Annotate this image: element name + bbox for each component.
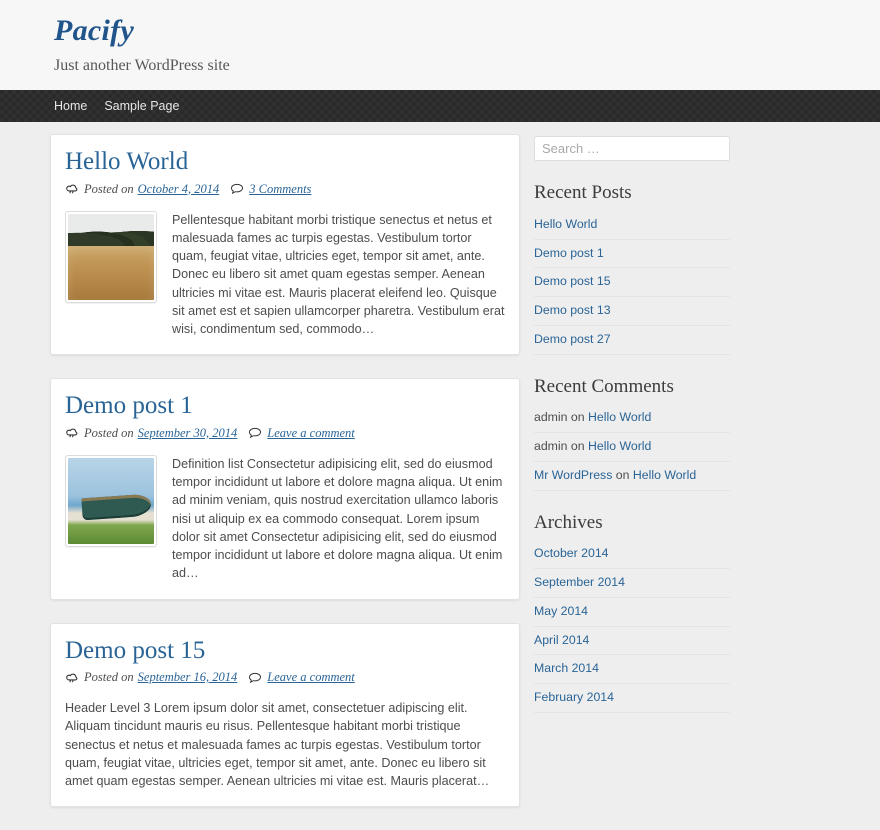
recent-posts-widget: Recent Posts Hello World Demo post 1 Dem…	[534, 182, 730, 355]
archive-link[interactable]: May 2014	[534, 604, 588, 618]
recent-posts-list: Hello World Demo post 1 Demo post 15 Dem…	[534, 215, 730, 355]
cloud-icon	[65, 183, 79, 195]
post-excerpt: Pellentesque habitant morbi tristique se…	[172, 212, 505, 337]
list-item: Hello World	[534, 215, 730, 240]
post-body: Pellentesque habitant morbi tristique se…	[65, 210, 505, 339]
post-date-link[interactable]: September 30, 2014	[138, 426, 238, 441]
comment-on-label: on	[570, 439, 585, 454]
archive-link[interactable]: March 2014	[534, 661, 599, 675]
post-body: Header Level 3 Lorem ipsum dolor sit ame…	[65, 699, 505, 790]
archive-link[interactable]: September 2014	[534, 575, 625, 589]
list-item: admin on Hello World	[534, 408, 730, 434]
posted-on-label: Posted on	[84, 670, 134, 685]
archive-link[interactable]: February 2014	[534, 690, 614, 704]
comment-author: admin	[534, 439, 568, 454]
post-card: Demo post 15 Posted on September 16, 201…	[50, 622, 520, 808]
thumbnail-art-trees	[68, 223, 154, 247]
thumbnail-art	[68, 213, 154, 300]
post-title[interactable]: Demo post 1	[65, 391, 505, 421]
archives-list: October 2014 September 2014 May 2014 Apr…	[534, 544, 730, 713]
thumbnail-image-grass-field	[68, 213, 154, 300]
list-item: February 2014	[534, 684, 730, 713]
post-comments-link[interactable]: Leave a comment	[267, 670, 354, 685]
search-widget	[534, 136, 730, 162]
list-item: May 2014	[534, 598, 730, 627]
comment-bubble-icon	[248, 672, 262, 684]
recent-post-link[interactable]: Demo post 27	[534, 332, 611, 346]
list-item: admin on Hello World	[534, 433, 730, 462]
comment-on-label: on	[615, 467, 630, 482]
comment-post-link[interactable]: Hello World	[588, 439, 651, 453]
comment-author: admin	[534, 410, 568, 425]
post-meta: Posted on September 30, 2014 Leave a com…	[65, 426, 505, 441]
post-excerpt: Header Level 3 Lorem ipsum dolor sit ame…	[65, 701, 490, 789]
comment-on-label: on	[570, 410, 585, 425]
widget-title-archives: Archives	[534, 511, 603, 533]
post-card: Hello World Posted on October 4, 2014 3 …	[50, 134, 520, 356]
post-thumbnail[interactable]	[65, 210, 157, 303]
archive-link[interactable]: April 2014	[534, 633, 589, 647]
comment-post-link[interactable]: Hello World	[588, 410, 651, 424]
list-item: Mr WordPress on Hello World	[534, 462, 730, 491]
post-meta: Posted on September 16, 2014 Leave a com…	[65, 670, 505, 685]
comment-author-link[interactable]: Mr WordPress	[534, 468, 612, 482]
main-content: Hello World Posted on October 4, 2014 3 …	[50, 134, 520, 830]
widget-title-recent-posts: Recent Posts	[534, 182, 632, 204]
post-body: Definition list Consectetur adipisicing …	[65, 454, 505, 583]
recent-post-link[interactable]: Hello World	[534, 217, 597, 231]
comment-bubble-icon	[230, 183, 244, 195]
recent-comments-list: admin on Hello World admin on Hello Worl…	[534, 408, 730, 491]
list-item: Demo post 1	[534, 240, 730, 269]
list-item: Demo post 15	[534, 268, 730, 298]
recent-post-link[interactable]: Demo post 13	[534, 303, 611, 317]
site-header: Pacify Just another WordPress site	[0, 0, 880, 91]
post-meta: Posted on October 4, 2014 3 Comments	[65, 182, 505, 197]
thumbnail-art	[68, 457, 154, 544]
primary-navigation: Home Sample Page	[0, 90, 880, 123]
page-wrapper: Hello World Posted on October 4, 2014 3 …	[50, 122, 830, 830]
archives-widget: Archives October 2014 September 2014 May…	[534, 512, 730, 713]
cloud-icon	[65, 427, 79, 439]
recent-post-link[interactable]: Demo post 1	[534, 246, 604, 260]
post-thumbnail[interactable]	[65, 454, 157, 547]
thumbnail-art-boat-hull	[81, 493, 152, 521]
post-comments-link[interactable]: 3 Comments	[249, 182, 311, 197]
list-item: September 2014	[534, 569, 730, 598]
post-date-link[interactable]: September 16, 2014	[138, 670, 238, 685]
nav-item-sample-page[interactable]: Sample Page	[104, 99, 188, 113]
recent-comments-widget: Recent Comments admin on Hello World adm…	[534, 376, 730, 491]
nav-inner: Home Sample Page	[50, 99, 830, 113]
header-inner: Pacify Just another WordPress site	[50, 14, 830, 74]
thumbnail-art-grass	[68, 246, 154, 300]
post-card: Demo post 1 Posted on September 30, 2014…	[50, 378, 520, 600]
post-title[interactable]: Demo post 15	[65, 636, 505, 666]
posted-on-label: Posted on	[84, 181, 134, 196]
recent-post-link[interactable]: Demo post 15	[534, 274, 611, 288]
post-date-link[interactable]: October 4, 2014	[138, 182, 220, 197]
list-item: October 2014	[534, 544, 730, 570]
site-title[interactable]: Pacify	[54, 14, 830, 49]
post-comments-link[interactable]: Leave a comment	[267, 426, 354, 441]
cloud-icon	[65, 672, 79, 684]
search-input[interactable]	[534, 136, 730, 162]
post-excerpt: Definition list Consectetur adipisicing …	[172, 456, 503, 581]
widget-title-recent-comments: Recent Comments	[534, 375, 674, 397]
comment-bubble-icon	[248, 427, 262, 439]
post-title[interactable]: Hello World	[65, 147, 505, 177]
site-tagline: Just another WordPress site	[54, 56, 230, 74]
list-item: Demo post 13	[534, 297, 730, 326]
thumbnail-image-boat-beach	[68, 457, 154, 544]
comment-post-link[interactable]: Hello World	[633, 468, 696, 482]
sidebar: Recent Posts Hello World Demo post 1 Dem…	[534, 134, 730, 713]
list-item: Demo post 27	[534, 326, 730, 355]
nav-item-home[interactable]: Home	[54, 99, 96, 113]
list-item: April 2014	[534, 627, 730, 656]
posted-on-label: Posted on	[84, 425, 134, 440]
archive-link[interactable]: October 2014	[534, 546, 609, 560]
